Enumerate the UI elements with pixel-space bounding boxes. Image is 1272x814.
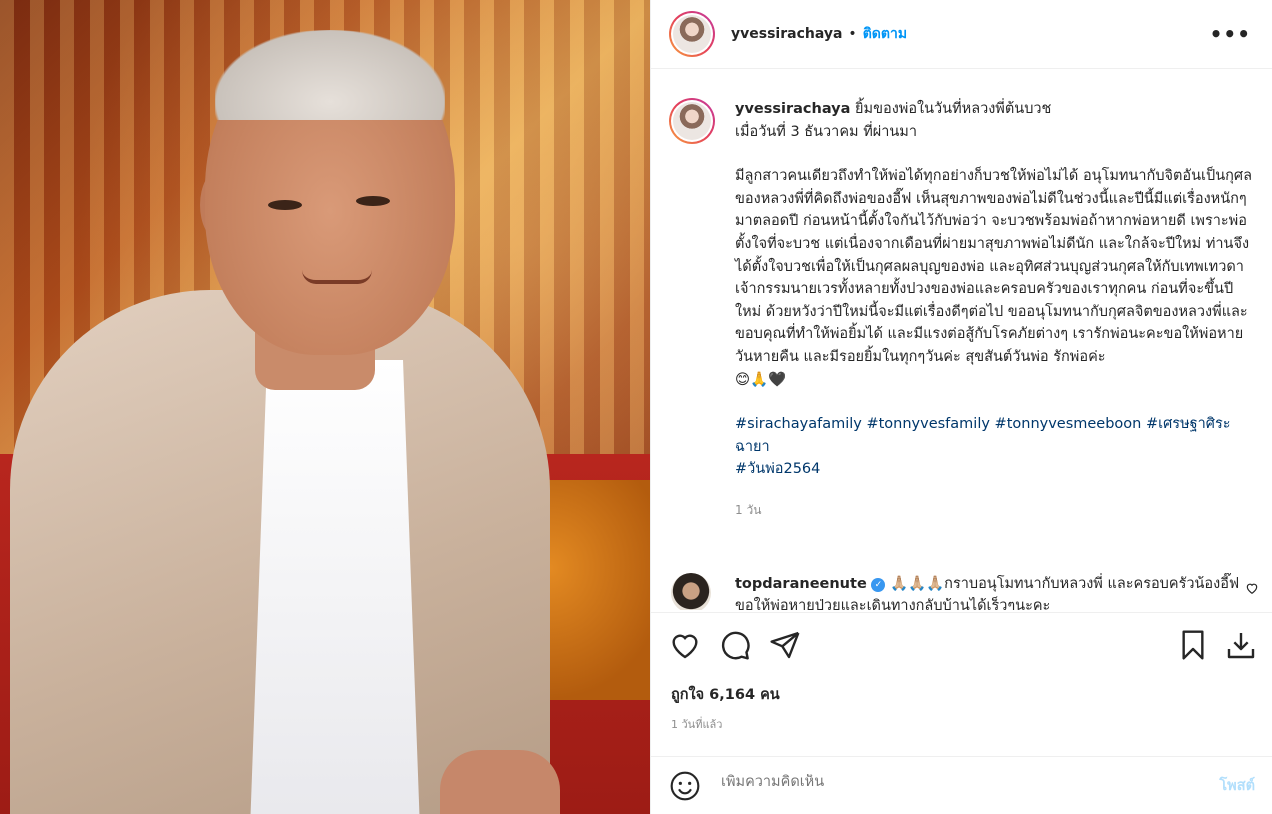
photo-mouth — [302, 270, 372, 284]
action-icons — [669, 629, 1255, 665]
heart-icon — [1246, 583, 1258, 594]
emoji-icon[interactable] — [669, 770, 701, 802]
heart-icon[interactable] — [669, 629, 701, 661]
post-time-ago: 1 วันที่แล้ว — [671, 718, 723, 731]
caption-time: 1 วัน — [735, 502, 762, 517]
post-actions: ถูกใจ 6,164 คน 1 วันที่แล้ว — [651, 612, 1272, 752]
caption-emojis: 😊🙏🖤 — [735, 371, 787, 388]
post-button[interactable]: โพสต์ — [1219, 774, 1255, 797]
post-modal: yvessirachaya • ติดตาม ••• yvessirachaya… — [0, 0, 1272, 814]
caption-title: ยิ้มของพ่อในวันที่หลวงพี่ต้นบวช — [855, 101, 1052, 117]
caption-text: มีลูกสาวคนเดียวถึงทำให้พ่อได้ทุกอย่างก็บ… — [735, 168, 1252, 365]
comment-icon[interactable] — [719, 629, 751, 661]
add-comment-bar: โพสต์ — [651, 756, 1272, 814]
caption-username[interactable]: yvessirachaya — [735, 101, 850, 117]
header-username[interactable]: yvessirachaya — [731, 26, 842, 42]
post-photo[interactable] — [0, 0, 650, 814]
verified-icon: ✓ — [871, 578, 886, 592]
caption-subtitle: เมื่อวันที่ 3 ธันวาคม ที่ผ่านมา — [735, 123, 918, 140]
caption: yvessirachaya ยิ้มของพ่อในวันที่หลวงพี่ต… — [669, 98, 1259, 522]
more-icon[interactable]: ••• — [1210, 22, 1251, 46]
comment-text-block: topdaraneenute ✓ 🙏🏼🙏🏼🙏🏼กราบอนุโมทนากับหล… — [735, 573, 1259, 610]
comment-like-button[interactable] — [1245, 581, 1259, 599]
avatar[interactable] — [669, 11, 715, 57]
photo-eye-left — [268, 200, 302, 210]
follow-button[interactable]: ติดตาม — [863, 23, 907, 45]
bookmark-icon[interactable] — [1177, 629, 1209, 661]
photo-shirt — [250, 360, 420, 814]
caption-hashtag-vanpor[interactable]: #วันพ่อ2564 — [735, 458, 1259, 481]
caption-body: yvessirachaya ยิ้มของพ่อในวันที่หลวงพี่ต… — [735, 98, 1259, 522]
post-header: yvessirachaya • ติดตาม ••• — [651, 0, 1272, 69]
photo-hand — [440, 750, 560, 814]
comment-avatar[interactable] — [671, 573, 711, 610]
comment-item: topdaraneenute ✓ 🙏🏼🙏🏼🙏🏼กราบอนุโมทนากับหล… — [669, 573, 1259, 610]
download-icon[interactable] — [1225, 629, 1257, 661]
post-sidebar: yvessirachaya • ติดตาม ••• yvessirachaya… — [650, 0, 1272, 814]
caption-avatar[interactable] — [669, 98, 715, 144]
header-separator: • — [848, 26, 857, 42]
comments-area[interactable]: yvessirachaya ยิ้มของพ่อในวันที่หลวงพี่ต… — [651, 70, 1272, 610]
photo-hair — [215, 30, 445, 120]
photo-eye-right — [356, 196, 390, 206]
share-icon[interactable] — [769, 629, 801, 661]
caption-hashtags[interactable]: #sirachayafamily #tonnyvesfamily #tonnyv… — [735, 413, 1259, 458]
likes-count[interactable]: ถูกใจ 6,164 คน — [671, 683, 780, 706]
comment-username[interactable]: topdaraneenute — [735, 576, 867, 592]
comment-input[interactable] — [721, 774, 1181, 790]
